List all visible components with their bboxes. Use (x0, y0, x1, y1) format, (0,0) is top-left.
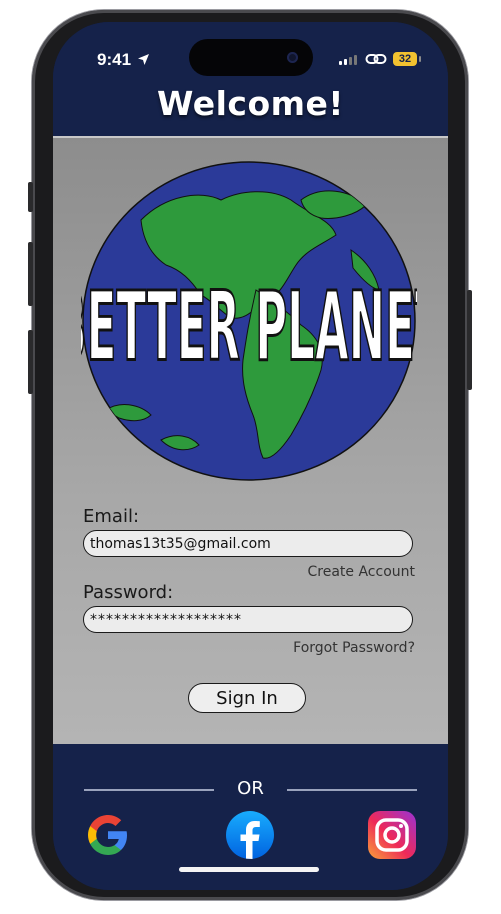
home-indicator[interactable] (179, 867, 319, 872)
signal-icon (339, 55, 357, 65)
battery-tip (419, 56, 421, 62)
email-field[interactable]: thomas13t35@gmail.com (83, 530, 413, 557)
power-button (467, 290, 472, 390)
camera-icon (287, 52, 298, 63)
forgot-password-link[interactable]: Forgot Password? (293, 640, 415, 656)
google-icon[interactable] (83, 810, 133, 860)
battery-icon: 32 (393, 52, 417, 66)
or-separator: OR (237, 778, 264, 799)
mute-switch (28, 182, 33, 212)
location-arrow-icon (138, 54, 149, 65)
login-panel: BETTER PLANET Email: thomas13t35@gmail.c… (53, 136, 448, 744)
instagram-icon[interactable] (367, 810, 417, 860)
sign-in-button[interactable]: Sign In (188, 683, 306, 713)
password-field[interactable]: ******************* (83, 606, 413, 633)
page-title: Welcome! (157, 84, 344, 123)
email-label: Email: (83, 506, 140, 527)
better-planet-logo: BETTER PLANET (81, 161, 417, 481)
logo-text: BETTER PLANET (81, 271, 417, 383)
facebook-icon[interactable] (225, 810, 275, 860)
password-label: Password: (83, 582, 174, 603)
volume-up-button (28, 242, 33, 306)
status-time: 9:41 (97, 50, 132, 69)
link-icon (365, 54, 387, 64)
dynamic-island (189, 39, 313, 76)
app-screen: 9:41 32 Welcome! ETTER PLANE Email: thom… (53, 22, 448, 890)
create-account-link[interactable]: Create Account (308, 564, 416, 580)
volume-down-button (28, 330, 33, 394)
